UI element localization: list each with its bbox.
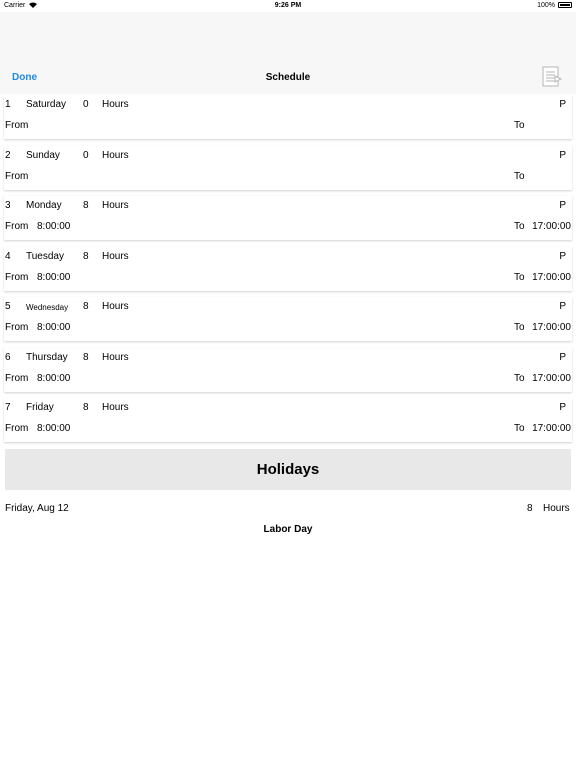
from-label: From	[5, 322, 29, 333]
holidays-header: Holidays	[5, 449, 571, 490]
from-label: From	[5, 272, 29, 283]
hours-label: Hours	[102, 402, 129, 413]
day-number: 4	[5, 251, 11, 262]
schedule-day-row[interactable]: 4 Tuesday 8 Hours P From 8:00:00 To 17:0…	[4, 247, 572, 291]
day-p-indicator: P	[559, 150, 566, 161]
holiday-row[interactable]: Friday, Aug 12 8 Hours	[0, 503, 576, 517]
to-time: 17:00:00	[532, 322, 571, 333]
day-name: Friday	[26, 402, 54, 413]
hours-label: Hours	[102, 352, 129, 363]
hours-label: Hours	[102, 251, 129, 262]
to-label: To	[514, 120, 525, 131]
day-hours: 0	[83, 99, 89, 110]
hours-label: Hours	[102, 150, 129, 161]
page-title: Schedule	[265, 72, 311, 83]
day-hours: 8	[83, 301, 89, 312]
day-hours: 8	[83, 402, 89, 413]
day-name: Monday	[26, 200, 62, 211]
battery-percent: 100%	[537, 2, 555, 9]
day-p-indicator: P	[559, 99, 566, 110]
schedule-day-row[interactable]: 6 Thursday 8 Hours P From 8:00:00 To 17:…	[4, 348, 572, 392]
day-number: 2	[5, 150, 11, 161]
status-time: 9:26 PM	[274, 2, 302, 9]
navigation-bar: Done Schedule	[0, 12, 576, 94]
schedule-day-row[interactable]: 3 Monday 8 Hours P From 8:00:00 To 17:00…	[4, 196, 572, 240]
from-time: 8:00:00	[37, 322, 71, 333]
to-time: 17:00:00	[532, 373, 571, 384]
schedule-day-row[interactable]: 5 Wednesday 8 Hours P From 8:00:00 To 17…	[4, 297, 572, 341]
day-name: Saturday	[26, 99, 67, 110]
hours-label: Hours	[102, 200, 129, 211]
day-number: 3	[5, 200, 11, 211]
day-p-indicator: P	[559, 402, 566, 413]
day-hours: 8	[83, 200, 89, 211]
day-name: Thursday	[26, 352, 68, 363]
holiday-date: Friday, Aug 12	[5, 503, 69, 514]
holiday-hours: 8	[527, 503, 533, 514]
day-name: Sunday	[26, 150, 60, 161]
day-number: 1	[5, 99, 11, 110]
hours-label: Hours	[102, 99, 129, 110]
to-label: To	[514, 423, 525, 434]
day-number: 7	[5, 402, 11, 413]
document-list-icon[interactable]	[540, 66, 562, 88]
battery-icon	[558, 2, 572, 8]
schedule-day-row[interactable]: 7 Friday 8 Hours P From 8:00:00 To 17:00…	[4, 398, 572, 442]
day-p-indicator: P	[559, 251, 566, 262]
to-label: To	[514, 322, 525, 333]
day-hours: 8	[83, 352, 89, 363]
to-label: To	[514, 272, 525, 283]
from-label: From	[5, 221, 29, 232]
hours-label: Hours	[102, 301, 129, 312]
from-label: From	[5, 373, 29, 384]
day-number: 5	[5, 301, 11, 312]
holidays-title: Holidays	[256, 461, 320, 478]
day-number: 6	[5, 352, 11, 363]
day-p-indicator: P	[559, 200, 566, 211]
schedule-day-row[interactable]: 2 Sunday 0 Hours P From To	[4, 146, 572, 190]
from-time: 8:00:00	[37, 373, 71, 384]
day-p-indicator: P	[559, 301, 566, 312]
to-time: 17:00:00	[532, 221, 571, 232]
to-time: 17:00:00	[532, 423, 571, 434]
from-time: 8:00:00	[37, 423, 71, 434]
to-label: To	[514, 373, 525, 384]
holiday-name: Labor Day	[263, 524, 313, 535]
day-p-indicator: P	[559, 352, 566, 363]
to-label: To	[514, 171, 525, 182]
to-label: To	[514, 221, 525, 232]
hours-label: Hours	[543, 503, 570, 514]
day-hours: 8	[83, 251, 89, 262]
from-label: From	[5, 171, 29, 182]
from-time: 8:00:00	[37, 272, 71, 283]
status-bar: Carrier 9:26 PM 100%	[0, 0, 576, 12]
day-hours: 0	[83, 150, 89, 161]
to-time: 17:00:00	[532, 272, 571, 283]
schedule-day-row[interactable]: 1 Saturday 0 Hours P From To	[4, 95, 572, 139]
day-name: Wednesday	[26, 303, 69, 312]
from-time: 8:00:00	[37, 221, 71, 232]
from-label: From	[5, 423, 29, 434]
from-label: From	[5, 120, 29, 131]
day-name: Tuesday	[26, 251, 64, 262]
